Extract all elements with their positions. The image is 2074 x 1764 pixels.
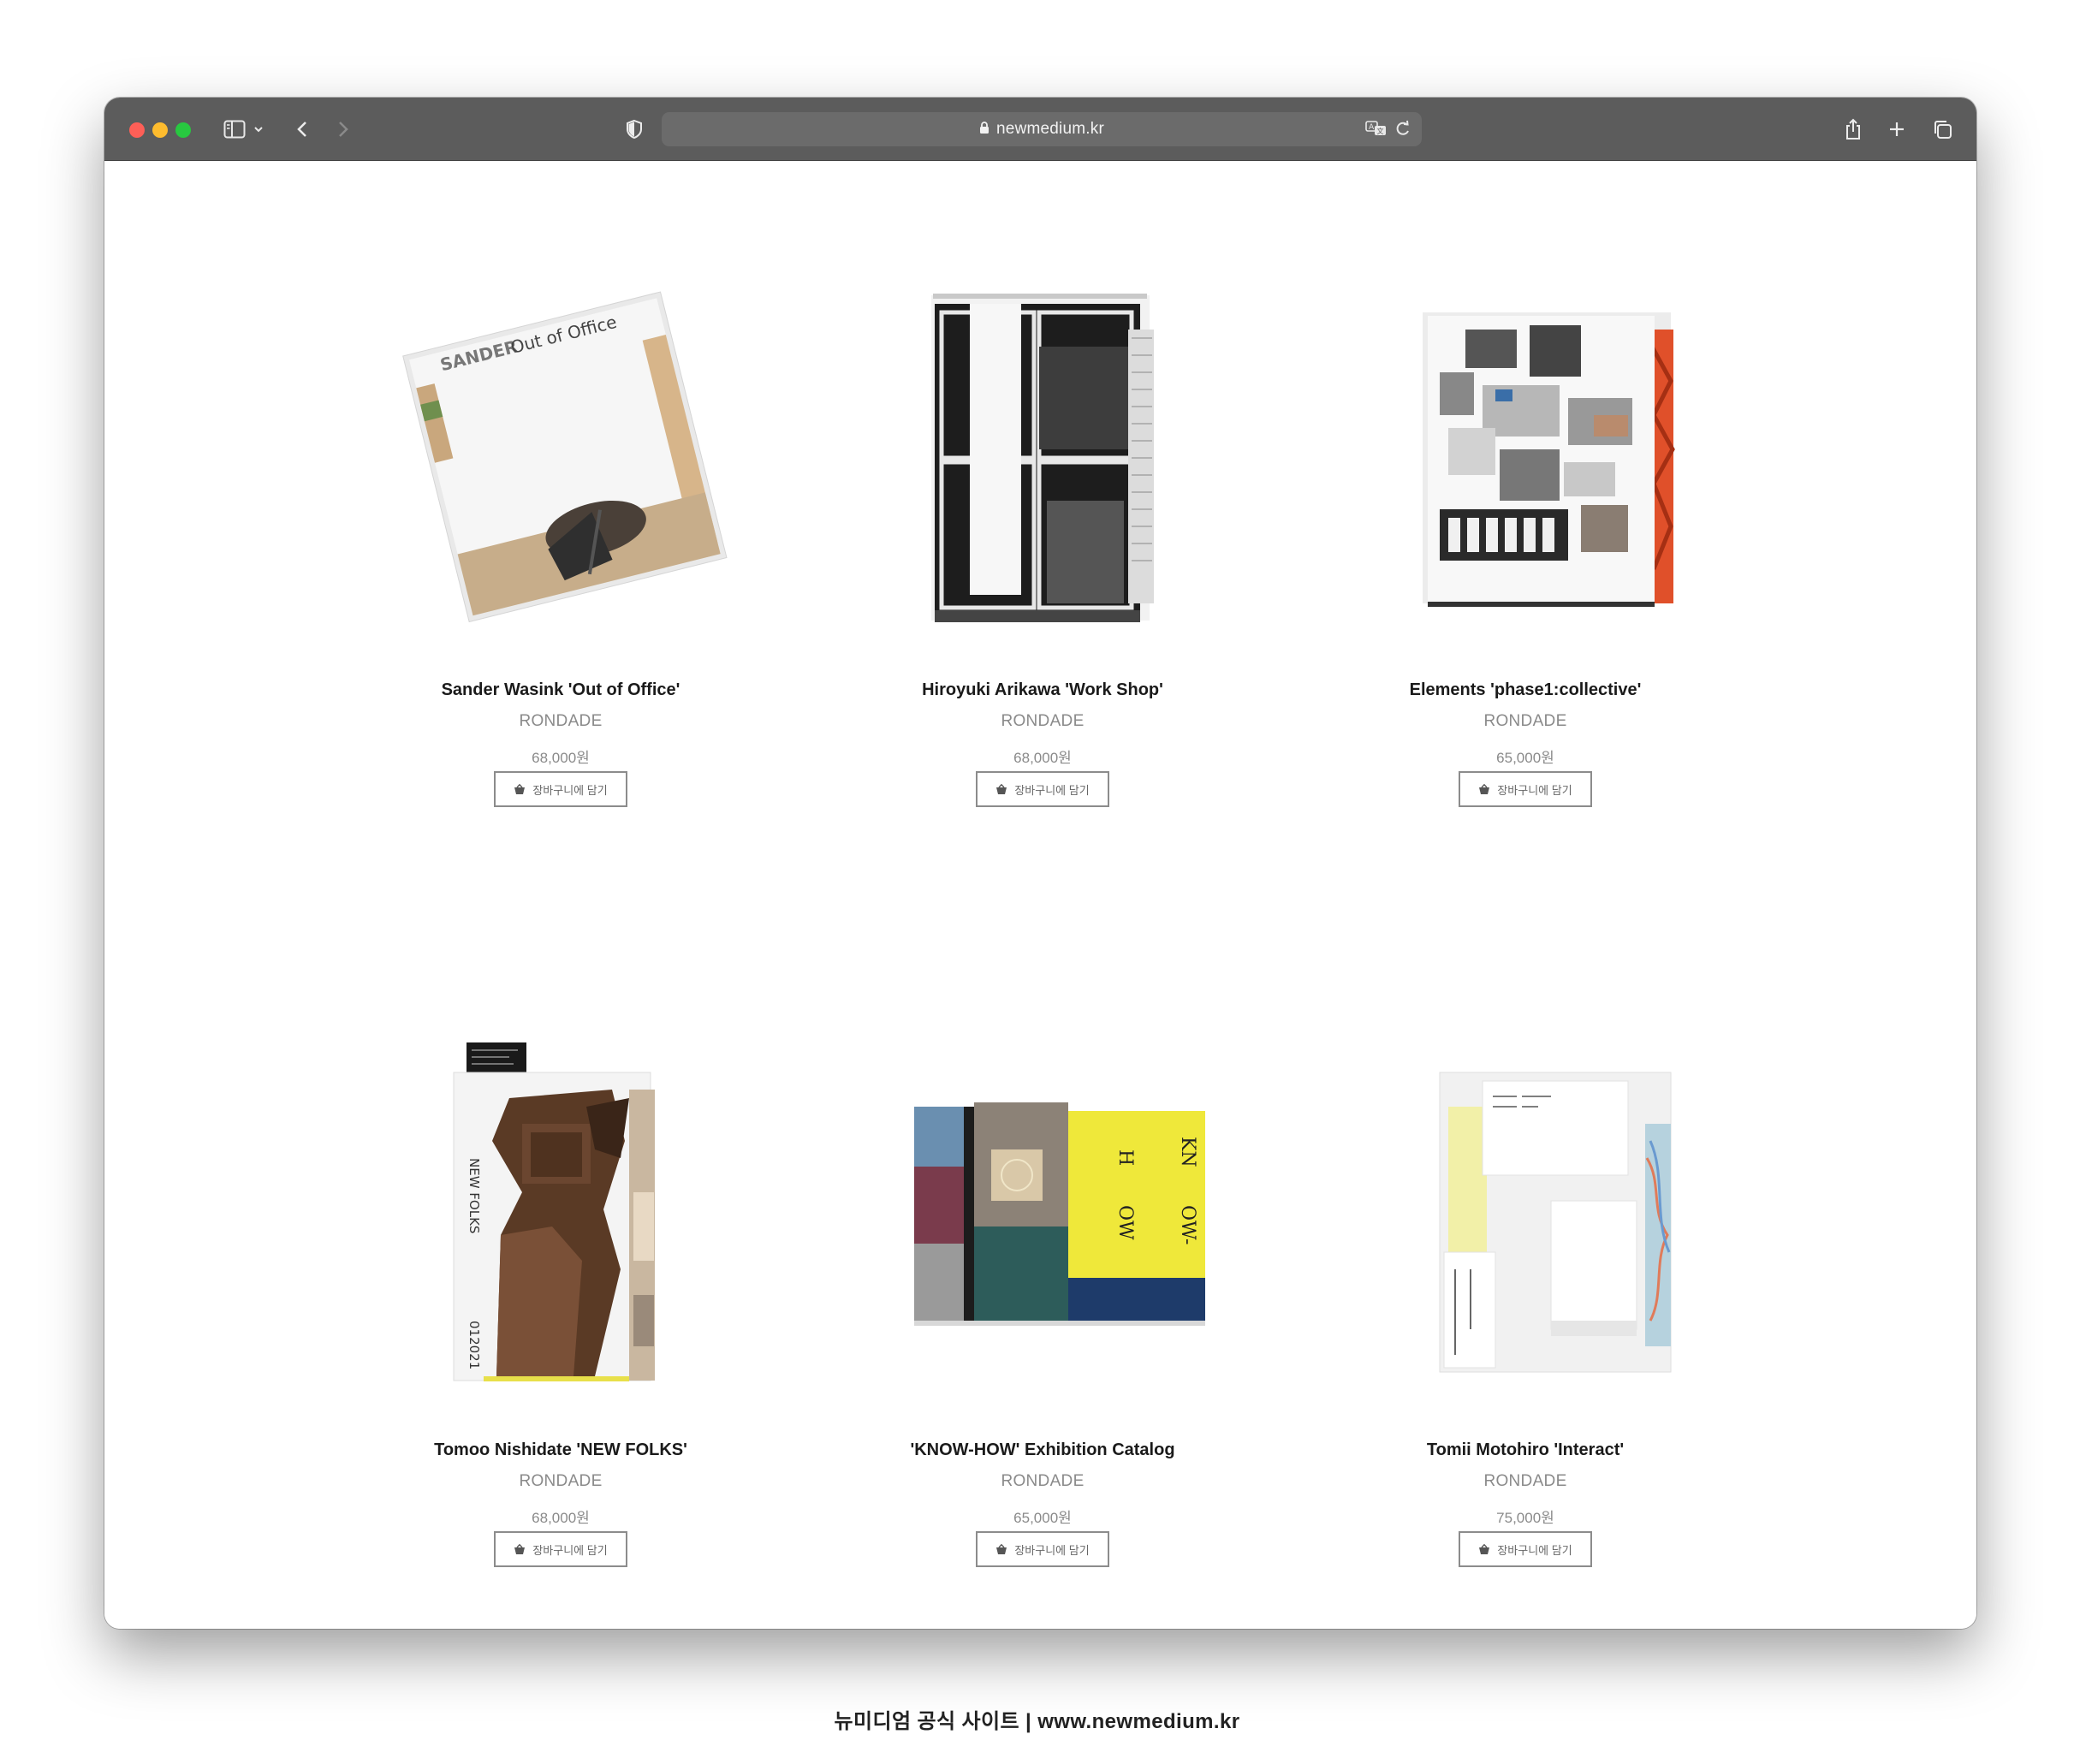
basket-icon — [996, 783, 1007, 794]
add-to-cart-label: 장바구니에 담기 — [532, 1543, 608, 1557]
product-name[interactable]: Tomoo Nishidate 'NEW FOLKS' — [347, 1440, 775, 1460]
add-to-cart-label: 장바구니에 담기 — [1497, 783, 1572, 797]
basket-icon — [996, 1543, 1007, 1554]
url-text: newmedium.kr — [996, 120, 1104, 138]
product-name[interactable]: Hiroyuki Arikawa 'Work Shop' — [829, 680, 1257, 700]
chevron-down-icon[interactable] — [252, 115, 265, 144]
back-icon[interactable] — [291, 115, 313, 144]
product-price: 75,000원 — [1496, 1510, 1554, 1526]
minimize-window-button[interactable] — [152, 122, 168, 138]
new-tab-icon[interactable] — [1886, 115, 1908, 144]
basket-icon — [514, 783, 526, 794]
product-name[interactable]: 'KNOW-HOW' Exhibition Catalog — [829, 1440, 1257, 1460]
product-image[interactable] — [1311, 278, 1739, 638]
privacy-shield-icon[interactable] — [623, 115, 645, 144]
product-card[interactable]: NEW FOLKS 012021 Tomoo Nishidate 'NEW FO… — [347, 1038, 775, 1569]
svg-text:A: A — [1369, 123, 1375, 132]
product-price: 65,000원 — [1496, 750, 1554, 766]
svg-text:OW-: OW- — [1177, 1205, 1198, 1244]
address-bar[interactable]: newmedium.kr A文 — [662, 112, 1422, 146]
tab-overview-icon[interactable] — [1930, 115, 1954, 144]
product-price: 65,000원 — [1013, 1510, 1072, 1526]
forward-icon[interactable] — [332, 115, 354, 144]
product-brand: RONDADE — [1483, 1472, 1567, 1490]
product-image[interactable]: NEW FOLKS 012021 — [347, 1038, 775, 1398]
basket-icon — [1479, 1543, 1490, 1554]
product-brand: RONDADE — [1001, 712, 1085, 730]
add-to-cart-label: 장바구니에 담기 — [532, 783, 608, 797]
product-image[interactable] — [1311, 1038, 1739, 1398]
product-price: 68,000원 — [532, 750, 590, 766]
product-name[interactable]: Sander Wasink 'Out of Office' — [347, 680, 775, 700]
sidebar-toggle-icon[interactable] — [220, 115, 249, 144]
lock-icon — [979, 121, 989, 139]
site-caption: 뉴미디엄 공식 사이트 | www.newmedium.kr — [834, 1710, 1240, 1733]
product-image[interactable]: KN H OW- OW — [829, 1038, 1257, 1398]
svg-text:012021: 012021 — [467, 1321, 482, 1369]
reload-icon[interactable] — [1394, 119, 1411, 138]
add-to-cart-button[interactable]: 장바구니에 담기 — [494, 1531, 627, 1567]
product-card[interactable]: Elements 'phase1:collective' RONDADE 65,… — [1311, 278, 1739, 809]
add-to-cart-button[interactable]: 장바구니에 담기 — [1459, 1531, 1592, 1567]
svg-text:文: 文 — [1377, 127, 1384, 135]
add-to-cart-button[interactable]: 장바구니에 담기 — [1459, 771, 1592, 807]
zoom-window-button[interactable] — [175, 122, 191, 138]
product-name[interactable]: Elements 'phase1:collective' — [1311, 680, 1739, 700]
add-to-cart-label: 장바구니에 담기 — [1014, 1543, 1090, 1557]
add-to-cart-label: 장바구니에 담기 — [1014, 783, 1090, 797]
product-price: 68,000원 — [532, 1510, 590, 1526]
product-brand: RONDADE — [1483, 712, 1567, 730]
svg-text:NEW FOLKS: NEW FOLKS — [467, 1158, 482, 1233]
product-image[interactable]: SANDER Out of Office — [347, 278, 775, 638]
product-brand: RONDADE — [519, 712, 603, 730]
product-card[interactable]: Hiroyuki Arikawa 'Work Shop' RONDADE 68,… — [829, 278, 1257, 809]
svg-text:KN: KN — [1177, 1137, 1198, 1167]
svg-text:OW: OW — [1114, 1205, 1136, 1240]
add-to-cart-button[interactable]: 장바구니에 담기 — [976, 1531, 1109, 1567]
product-name[interactable]: Tomii Motohiro 'Interact' — [1311, 1440, 1739, 1460]
basket-icon — [1479, 783, 1490, 794]
product-card[interactable]: SANDER Out of Office Sander Wasink 'Out … — [347, 278, 775, 809]
product-grid: SANDER Out of Office Sander Wasink 'Out … — [104, 162, 1976, 1629]
product-price: 68,000원 — [1013, 750, 1072, 766]
add-to-cart-button[interactable]: 장바구니에 담기 — [976, 771, 1109, 807]
close-window-button[interactable] — [129, 122, 145, 138]
browser-window: newmedium.kr A文 SANDER Out of Office San… — [104, 98, 1976, 1629]
add-to-cart-button[interactable]: 장바구니에 담기 — [494, 771, 627, 807]
product-card[interactable]: KN H OW- OW 'KNOW-HOW' Exhibition Catalo… — [829, 1038, 1257, 1569]
svg-text:H: H — [1114, 1149, 1136, 1166]
product-card[interactable]: Tomii Motohiro 'Interact' RONDADE 75,000… — [1311, 1038, 1739, 1569]
translate-icon[interactable]: A文 — [1365, 119, 1388, 138]
product-image[interactable] — [829, 278, 1257, 638]
add-to-cart-label: 장바구니에 담기 — [1497, 1543, 1572, 1557]
product-brand: RONDADE — [519, 1472, 603, 1490]
basket-icon — [514, 1543, 526, 1554]
product-brand: RONDADE — [1001, 1472, 1085, 1490]
browser-toolbar: newmedium.kr A文 — [104, 98, 1976, 161]
share-icon[interactable] — [1842, 115, 1864, 144]
